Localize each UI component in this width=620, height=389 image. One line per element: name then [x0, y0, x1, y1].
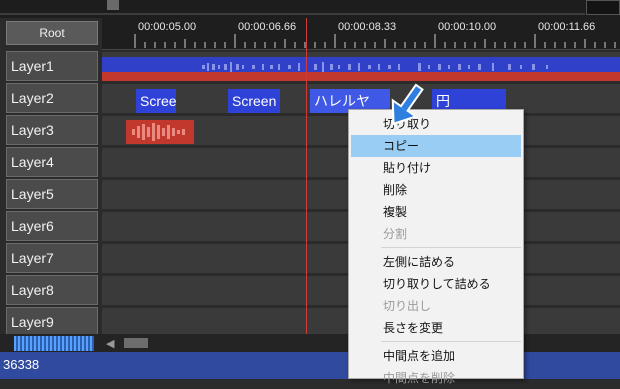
layer-row: Layer5: [0, 178, 620, 210]
layer-row: Layer3: [0, 114, 620, 146]
layer-label[interactable]: Layer3: [6, 115, 98, 145]
menu-item-paste[interactable]: 貼り付け: [351, 157, 521, 179]
audio-clip-layer3[interactable]: [126, 120, 194, 144]
ruler-label-5: 00:00:11.66: [538, 21, 596, 33]
top-right-corner-panel: [586, 0, 620, 15]
menu-item-add-midpoint[interactable]: 中間点を追加: [351, 345, 521, 367]
audio-clip-layer1[interactable]: [102, 57, 620, 81]
ruler-label-4: 00:00:10.00: [438, 21, 497, 33]
layer-row: Layer7: [0, 242, 620, 274]
layer-row: Layer8: [0, 274, 620, 306]
layer-label[interactable]: Layer7: [6, 243, 98, 273]
layer-label[interactable]: Layer9: [6, 307, 98, 337]
layer-label[interactable]: Layer4: [6, 147, 98, 177]
status-text: 36338: [3, 357, 40, 372]
text-clip-screen[interactable]: Screen: [228, 89, 280, 113]
menu-separator: [381, 247, 521, 248]
audio-clip-stripe: [102, 72, 620, 81]
layer-row: Layer6: [0, 210, 620, 242]
top-scroll-track[interactable]: [0, 13, 585, 15]
layer-label[interactable]: Layer1: [6, 51, 98, 81]
layer-label[interactable]: Layer2: [6, 83, 98, 113]
layer-row: Layer4: [0, 146, 620, 178]
menu-item-cut[interactable]: 切り取り: [351, 113, 521, 135]
scroll-thumb[interactable]: [124, 338, 148, 348]
menu-item-trim[interactable]: 切り出し: [351, 295, 521, 317]
menu-item-copy[interactable]: コピー: [351, 135, 521, 157]
menu-item-duplicate[interactable]: 複製: [351, 201, 521, 223]
menu-separator: [381, 341, 521, 342]
menu-item-pack-left[interactable]: 左側に詰める: [351, 251, 521, 273]
top-scroll-strip: [0, 0, 620, 18]
menu-item-change-length[interactable]: 長さを変更: [351, 317, 521, 339]
ruler-label-3: 00:00:08.33: [338, 21, 397, 33]
layer-label[interactable]: Layer6: [6, 211, 98, 241]
ruler-ticks: [134, 34, 616, 48]
timeline-minimap[interactable]: [14, 336, 94, 351]
status-bar: 36338: [0, 352, 620, 379]
menu-item-remove-midpoint[interactable]: 中間点を削除: [351, 367, 521, 389]
root-button[interactable]: Root: [6, 21, 98, 45]
top-scroll-knob[interactable]: [107, 0, 119, 10]
ruler-label-2: 00:00:06.66: [238, 21, 297, 33]
text-clip-scree[interactable]: Scree: [136, 89, 176, 113]
menu-item-split[interactable]: 分割: [351, 223, 521, 245]
layer-label[interactable]: Layer5: [6, 179, 98, 209]
menu-item-cut-and-pack[interactable]: 切り取りして詰める: [351, 273, 521, 295]
layer-label[interactable]: Layer8: [6, 275, 98, 305]
context-menu: 切り取り コピー 貼り付け 削除 複製 分割 左側に詰める 切り取りして詰める …: [348, 109, 524, 385]
menu-item-delete[interactable]: 削除: [351, 179, 521, 201]
playhead[interactable]: [306, 18, 307, 334]
audio-waveform-icon: [132, 123, 185, 141]
ruler-label-1: 00:00:05.00: [138, 21, 197, 33]
scroll-left-arrow-icon[interactable]: ◀: [106, 337, 114, 350]
pointer-arrow-icon: [391, 83, 424, 126]
